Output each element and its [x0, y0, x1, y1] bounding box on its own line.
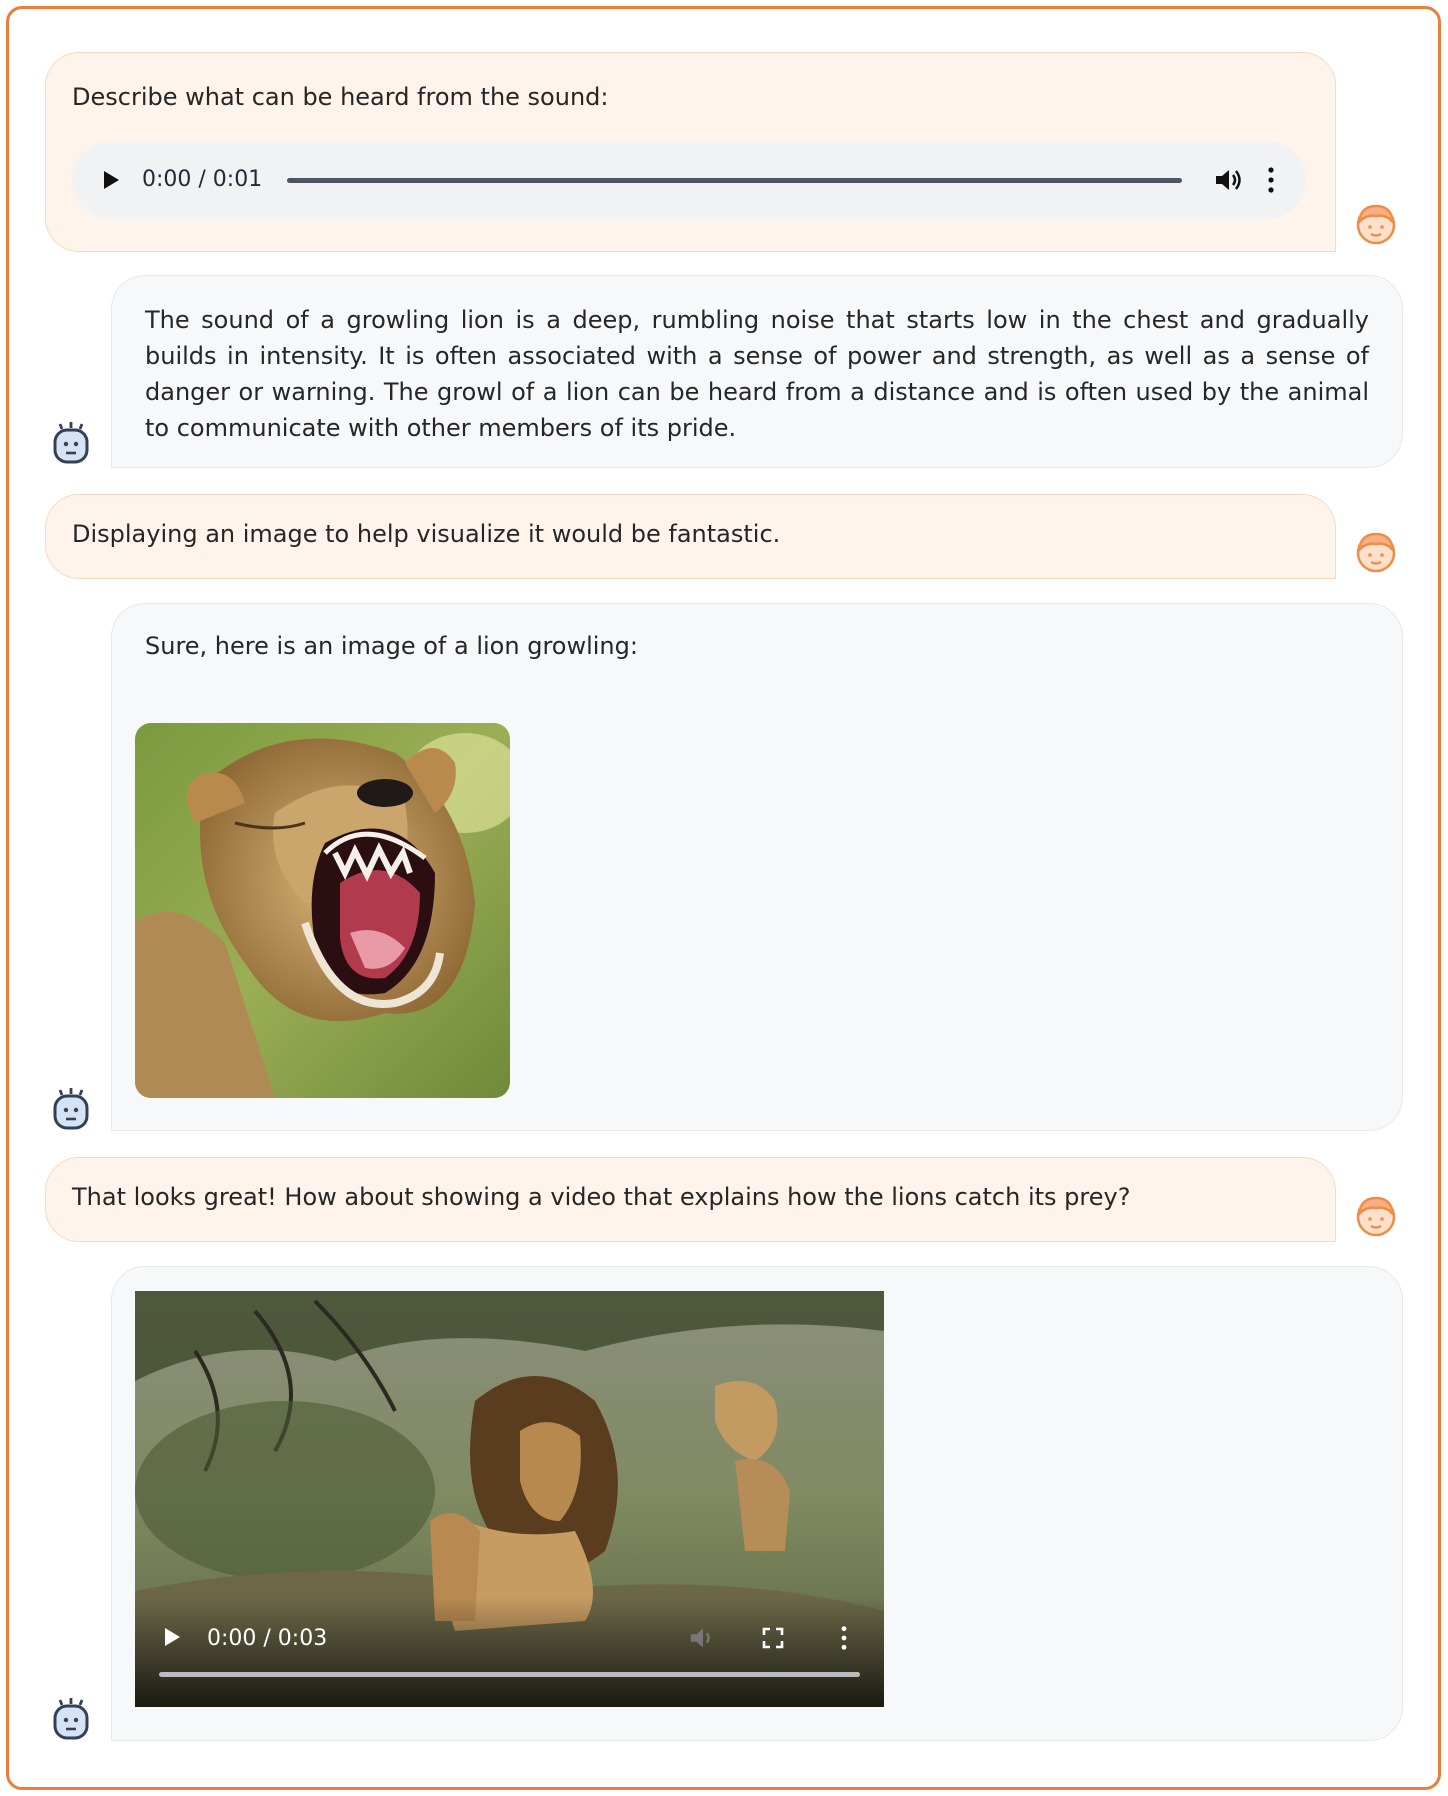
lion-growling-image[interactable] [135, 723, 510, 1098]
user-message-text: Describe what can be heard from the soun… [72, 83, 609, 111]
audio-progress-bar[interactable] [287, 177, 1182, 183]
video-player[interactable]: 0:00 / 0:03 [135, 1291, 884, 1707]
user-message-audio: Describe what can be heard from the soun… [45, 52, 1336, 252]
user-message-text: Displaying an image to help visualize it… [72, 520, 781, 548]
video-time: 0:00 / 0:03 [207, 1626, 328, 1651]
play-icon[interactable] [163, 1627, 181, 1647]
bot-message-body: Sure, here is an image of a lion growlin… [145, 632, 638, 660]
video-progress-bar[interactable] [159, 1672, 860, 1677]
video-controls [135, 1597, 884, 1707]
volume-icon[interactable] [1212, 164, 1244, 196]
user-message-text: That looks great! How about showing a vi… [72, 1183, 1131, 1211]
bot-message-body: The sound of a growling lion is a deep, … [145, 306, 1369, 442]
user-message: Displaying an image to help visualize it… [45, 494, 1336, 579]
more-vertical-icon[interactable] [1266, 166, 1276, 194]
user-avatar-icon [1356, 204, 1396, 245]
more-vertical-icon[interactable] [839, 1625, 849, 1651]
user-message: That looks great! How about showing a vi… [45, 1157, 1336, 1242]
user-avatar-icon [1356, 1196, 1396, 1237]
robot-avatar-icon [53, 422, 89, 464]
play-icon[interactable] [102, 170, 120, 190]
robot-avatar-icon [53, 1088, 89, 1130]
bot-message-text: The sound of a growling lion is a deep, … [111, 275, 1403, 468]
user-avatar-icon [1356, 532, 1396, 573]
audio-time: 0:00 / 0:01 [142, 167, 263, 192]
robot-avatar-icon [53, 1698, 89, 1740]
audio-player[interactable]: 0:00 / 0:01 [72, 141, 1306, 219]
fullscreen-icon[interactable] [762, 1627, 784, 1649]
volume-icon[interactable] [687, 1623, 717, 1653]
